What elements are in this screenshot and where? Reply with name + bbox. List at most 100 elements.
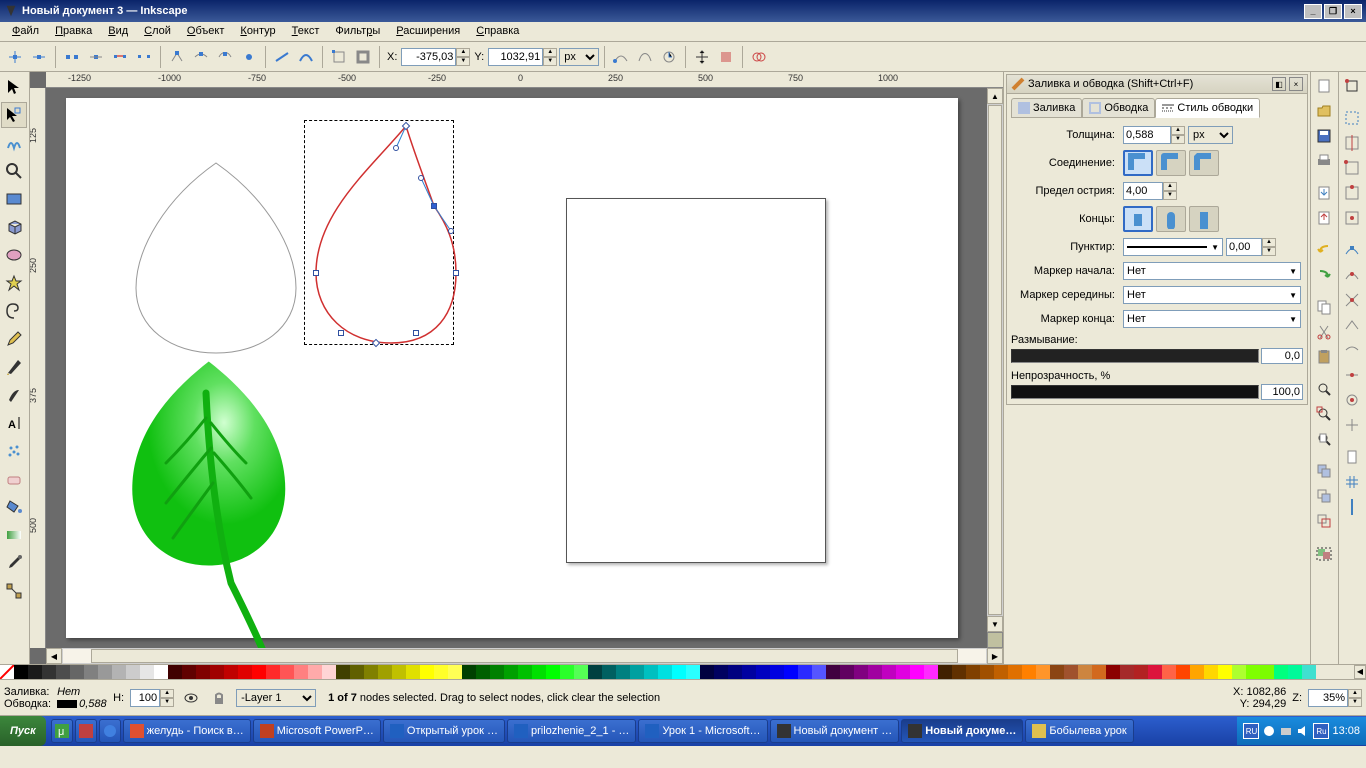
swatch[interactable] bbox=[84, 665, 98, 679]
menu-edit[interactable]: Правка bbox=[47, 22, 100, 41]
swatch[interactable] bbox=[868, 665, 882, 679]
swatch[interactable] bbox=[714, 665, 728, 679]
swatch[interactable] bbox=[826, 665, 840, 679]
text-tool[interactable]: A bbox=[1, 410, 27, 436]
swatch[interactable] bbox=[112, 665, 126, 679]
swatch[interactable] bbox=[420, 665, 434, 679]
show-bezier-icon[interactable] bbox=[715, 46, 737, 68]
swatch[interactable] bbox=[168, 665, 182, 679]
swatch[interactable] bbox=[1218, 665, 1232, 679]
color-palette[interactable]: ◀ bbox=[0, 664, 1366, 680]
swatch[interactable] bbox=[924, 665, 938, 679]
node-add-icon[interactable] bbox=[4, 46, 26, 68]
swatch[interactable] bbox=[1078, 665, 1092, 679]
menu-text[interactable]: Текст bbox=[284, 22, 328, 41]
undo-icon[interactable] bbox=[1312, 238, 1336, 262]
menu-path[interactable]: Контур bbox=[232, 22, 283, 41]
snap-intersection-icon[interactable] bbox=[1340, 288, 1364, 312]
swatch[interactable] bbox=[728, 665, 742, 679]
stroke-value[interactable]: 0,588 bbox=[79, 698, 107, 710]
scrollbar-horizontal[interactable]: ◀ ▶ bbox=[46, 648, 1003, 664]
swatch[interactable] bbox=[770, 665, 784, 679]
swatch[interactable] bbox=[28, 665, 42, 679]
stroke-width-input[interactable] bbox=[1123, 126, 1171, 144]
marker-end-select[interactable]: Нет▼ bbox=[1123, 310, 1301, 328]
swatch[interactable] bbox=[336, 665, 350, 679]
quick-launch-3[interactable] bbox=[99, 719, 121, 743]
swatch[interactable] bbox=[196, 665, 210, 679]
menu-extensions[interactable]: Расширения bbox=[388, 22, 468, 41]
swatch[interactable] bbox=[546, 665, 560, 679]
zoom-input[interactable] bbox=[1308, 689, 1348, 707]
edit-clip-icon[interactable] bbox=[748, 46, 770, 68]
swatch[interactable] bbox=[798, 665, 812, 679]
segment-line-icon[interactable] bbox=[271, 46, 293, 68]
swatch[interactable] bbox=[532, 665, 546, 679]
swatch[interactable] bbox=[238, 665, 252, 679]
opacity-h-input[interactable] bbox=[130, 689, 160, 707]
swatch[interactable] bbox=[1064, 665, 1078, 679]
node-tool[interactable] bbox=[1, 102, 27, 128]
swatch[interactable] bbox=[1106, 665, 1120, 679]
swatch[interactable] bbox=[756, 665, 770, 679]
swatch[interactable] bbox=[364, 665, 378, 679]
node-cusp-icon[interactable] bbox=[166, 46, 188, 68]
node-delete-icon[interactable] bbox=[28, 46, 50, 68]
swatch[interactable] bbox=[56, 665, 70, 679]
zoom-fit-icon[interactable] bbox=[1312, 377, 1336, 401]
snap-bbox-edge-icon[interactable] bbox=[1340, 131, 1364, 155]
swatch[interactable] bbox=[1302, 665, 1316, 679]
cut-icon[interactable] bbox=[1312, 320, 1336, 344]
node-break-icon[interactable] bbox=[61, 46, 83, 68]
swatch[interactable] bbox=[378, 665, 392, 679]
bezier-tool[interactable] bbox=[1, 354, 27, 380]
close-button[interactable]: × bbox=[1344, 4, 1362, 19]
fill-value[interactable]: Нет bbox=[57, 686, 107, 698]
swatch[interactable] bbox=[784, 665, 798, 679]
zoom-tool[interactable] bbox=[1, 158, 27, 184]
spiral-tool[interactable] bbox=[1, 298, 27, 324]
snap-node-icon[interactable] bbox=[1340, 238, 1364, 262]
swatch[interactable] bbox=[70, 665, 84, 679]
dropper-tool[interactable] bbox=[1, 550, 27, 576]
join-round-button[interactable] bbox=[1156, 150, 1186, 176]
y-spin-up[interactable]: ▲ bbox=[543, 48, 557, 57]
snap-enable-icon[interactable] bbox=[1340, 74, 1364, 98]
swatch[interactable] bbox=[280, 665, 294, 679]
copy-icon[interactable] bbox=[1312, 295, 1336, 319]
tray-icon-2[interactable] bbox=[1279, 724, 1293, 738]
opacity-value-input[interactable] bbox=[1261, 384, 1303, 400]
cap-butt-button[interactable] bbox=[1123, 206, 1153, 232]
swatch[interactable] bbox=[672, 665, 686, 679]
taskbar-item[interactable]: prilozhenie_2_1 - … bbox=[507, 719, 636, 743]
swatch[interactable] bbox=[1232, 665, 1246, 679]
menu-filters[interactable]: Фильтры bbox=[327, 22, 388, 41]
swatch[interactable] bbox=[1246, 665, 1260, 679]
marker-start-select[interactable]: Нет▼ bbox=[1123, 262, 1301, 280]
swatch[interactable] bbox=[588, 665, 602, 679]
swatch[interactable] bbox=[42, 665, 56, 679]
blur-slider[interactable] bbox=[1011, 349, 1259, 363]
layer-lock-icon[interactable] bbox=[208, 687, 230, 709]
pencil-tool[interactable] bbox=[1, 326, 27, 352]
swatch[interactable] bbox=[1274, 665, 1288, 679]
swatch[interactable] bbox=[854, 665, 868, 679]
x-coord-input[interactable] bbox=[401, 48, 456, 66]
swatch[interactable] bbox=[700, 665, 714, 679]
node-join-segment-icon[interactable] bbox=[109, 46, 131, 68]
swatch[interactable] bbox=[910, 665, 924, 679]
swatch[interactable] bbox=[560, 665, 574, 679]
swatch[interactable] bbox=[686, 665, 700, 679]
swatch[interactable] bbox=[1134, 665, 1148, 679]
layer-visible-icon[interactable] bbox=[180, 687, 202, 709]
show-handles-icon[interactable] bbox=[610, 46, 632, 68]
taskbar-item[interactable]: Новый докуме… bbox=[901, 719, 1023, 743]
swatch[interactable] bbox=[1092, 665, 1106, 679]
panel-close-button[interactable]: × bbox=[1289, 77, 1303, 91]
lang-indicator-1[interactable]: RU bbox=[1243, 723, 1259, 739]
star-tool[interactable] bbox=[1, 270, 27, 296]
taskbar-item[interactable]: Бобылева урок bbox=[1025, 719, 1133, 743]
eraser-tool[interactable] bbox=[1, 466, 27, 492]
quick-launch-2[interactable] bbox=[75, 719, 97, 743]
swatch[interactable] bbox=[952, 665, 966, 679]
